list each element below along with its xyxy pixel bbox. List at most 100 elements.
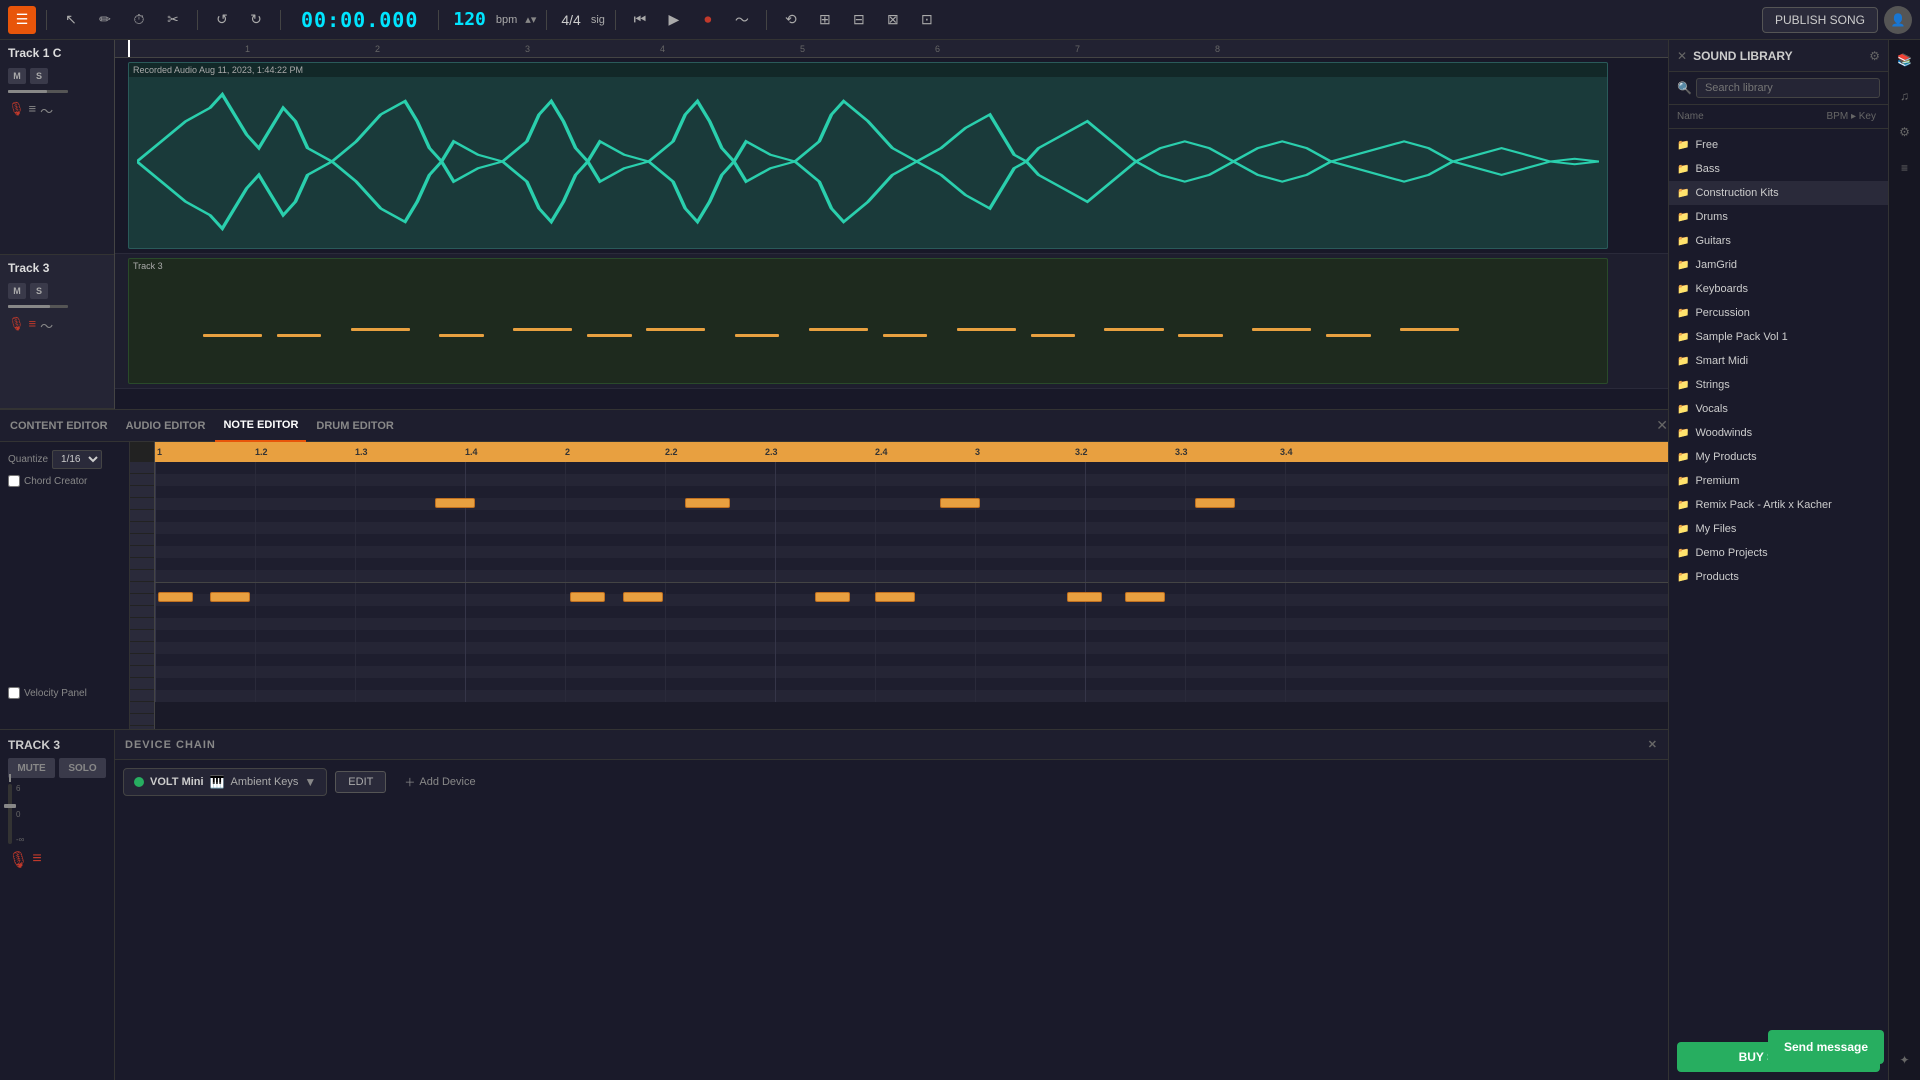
cursor-tool-button[interactable]: ↖ <box>57 6 85 34</box>
track-3-solo-button[interactable]: S <box>30 283 48 299</box>
user-avatar[interactable]: 👤 <box>1884 6 1912 34</box>
track-3-eq-icon[interactable]: ≡ <box>29 316 37 335</box>
scissors-tool-button[interactable]: ✂ <box>159 6 187 34</box>
device-preset-arrow[interactable]: ▼ <box>304 775 316 789</box>
far-right-midi-icon[interactable]: ♫ <box>1893 84 1917 108</box>
track-1c-lane[interactable]: Recorded Audio Aug 11, 2023, 1:44:22 PM <box>115 58 1668 254</box>
pencil-tool-button[interactable]: ✏ <box>91 6 119 34</box>
far-right-library-icon[interactable]: 📚 <box>1893 48 1917 72</box>
track-3-lane[interactable]: Track 3 <box>115 254 1668 389</box>
sound-library-item-1[interactable]: 📁Bass <box>1669 157 1888 181</box>
sound-library-item-0[interactable]: 📁Free <box>1669 133 1888 157</box>
track-1c-solo-button[interactable]: S <box>30 68 48 84</box>
sound-library-item-11[interactable]: 📁Vocals <box>1669 397 1888 421</box>
roll-note-5[interactable] <box>158 592 193 602</box>
sound-library-item-6[interactable]: 📁Keyboards <box>1669 277 1888 301</box>
sound-library-close-button[interactable]: ✕ <box>1677 49 1687 63</box>
device-chain-close-button[interactable]: ✕ <box>1648 738 1658 751</box>
roll-note-11[interactable] <box>1067 592 1102 602</box>
redo-icon: ↻ <box>250 11 262 28</box>
editor-close-button[interactable]: ✕ <box>1656 417 1668 434</box>
mix-tool-3[interactable]: ⊠ <box>879 6 907 34</box>
device-edit-button[interactable]: EDIT <box>335 771 386 793</box>
sound-library-item-5[interactable]: 📁JamGrid <box>1669 253 1888 277</box>
record-button[interactable]: ⏺ <box>694 6 722 34</box>
sound-library-item-17[interactable]: 📁Demo Projects <box>1669 541 1888 565</box>
sound-library-item-4[interactable]: 📁Guitars <box>1669 229 1888 253</box>
hamburger-menu-button[interactable]: ☰ <box>8 6 36 34</box>
sound-library-item-14[interactable]: 📁Premium <box>1669 469 1888 493</box>
track-1c-eq-icon[interactable]: ≡ <box>29 101 37 120</box>
mix-tool-4[interactable]: ⊡ <box>913 6 941 34</box>
track-3-automation-icon[interactable]: 〜 <box>40 316 53 335</box>
sound-library-item-2[interactable]: 📁Construction Kits <box>1669 181 1888 205</box>
audio-clip-1c[interactable]: Recorded Audio Aug 11, 2023, 1:44:22 PM <box>128 62 1608 249</box>
track-1c-automation-icon[interactable]: 〜 <box>40 101 53 120</box>
roll-note-6[interactable] <box>210 592 250 602</box>
snap-button[interactable]: ⟲ <box>777 6 805 34</box>
roll-note-12[interactable] <box>1125 592 1165 602</box>
track3-fader-track[interactable] <box>8 784 12 844</box>
roll-note-8[interactable] <box>623 592 663 602</box>
track3-solo-button[interactable]: SOLO <box>59 758 106 778</box>
send-message-button[interactable]: Send message <box>1768 1030 1884 1064</box>
midi-clip-3[interactable]: Track 3 <box>128 258 1608 384</box>
device-power-indicator[interactable] <box>134 777 144 787</box>
sound-library-item-15[interactable]: 📁Remix Pack - Artik x Kacher <box>1669 493 1888 517</box>
folder-icon-16: 📁 <box>1677 524 1689 535</box>
track3-fader-handle[interactable] <box>4 804 16 808</box>
velocity-panel-checkbox[interactable] <box>8 687 20 699</box>
sound-library-item-18[interactable]: 📁Products <box>1669 565 1888 589</box>
roll-note-10[interactable] <box>875 592 915 602</box>
track3-eq-button[interactable]: ≡ <box>32 850 41 870</box>
undo-button[interactable]: ↺ <box>208 6 236 34</box>
roll-note-1[interactable] <box>435 498 475 508</box>
track3-mic-button[interactable]: 🎙 <box>8 850 28 870</box>
chord-creator-row: Chord Creator <box>8 475 121 487</box>
clock-tool-button[interactable]: ⏱ <box>125 6 153 34</box>
far-right-settings-icon[interactable]: ⚙ <box>1893 120 1917 144</box>
roll-note-3[interactable] <box>940 498 980 508</box>
tab-audio-editor[interactable]: AUDIO EDITOR <box>118 410 214 442</box>
sound-library-item-7[interactable]: 📁Percussion <box>1669 301 1888 325</box>
track-1c-mute-button[interactable]: M <box>8 68 26 84</box>
sound-library-item-12[interactable]: 📁Woodwinds <box>1669 421 1888 445</box>
track-1c-record-icon[interactable]: 🎙 <box>8 101 25 120</box>
roll-note-4[interactable] <box>1195 498 1235 508</box>
tab-note-editor[interactable]: NOTE EDITOR <box>215 410 306 442</box>
chord-creator-checkbox[interactable] <box>8 475 20 487</box>
roll-note-9[interactable] <box>815 592 850 602</box>
skip-back-button[interactable]: ⏮ <box>626 6 654 34</box>
redo-button[interactable]: ↻ <box>242 6 270 34</box>
sound-library-item-16[interactable]: 📁My Files <box>1669 517 1888 541</box>
track-1c-volume-slider[interactable] <box>8 90 68 93</box>
bpm-arrows[interactable]: ▴▾ <box>525 13 536 26</box>
sound-library-item-13[interactable]: 📁My Products <box>1669 445 1888 469</box>
track-3-record-icon[interactable]: 🎙 <box>8 316 25 335</box>
sound-library-settings-icon[interactable]: ⚙ <box>1869 49 1880 63</box>
far-right-effects-icon[interactable]: ✦ <box>1893 1048 1917 1072</box>
piano-roll-area[interactable]: 1 1.2 1.3 1.4 2 2.2 2.3 2.4 3 3.2 3.3 3.… <box>155 442 1668 729</box>
mix-tool-2[interactable]: ⊟ <box>845 6 873 34</box>
separator-6 <box>615 10 616 30</box>
loop-button[interactable]: 〜 <box>728 6 756 34</box>
publish-song-button[interactable]: PUBLISH SONG <box>1762 7 1878 33</box>
roll-note-2[interactable] <box>685 498 730 508</box>
sound-library-item-10[interactable]: 📁Strings <box>1669 373 1888 397</box>
device-chain-header: DEVICE CHAIN ✕ <box>115 730 1668 760</box>
device-chain-content: VOLT Mini 🎹 Ambient Keys ▼ EDIT ＋ Add De… <box>115 760 1668 804</box>
track-3-volume-slider[interactable] <box>8 305 68 308</box>
track3-mute-button[interactable]: MUTE <box>8 758 55 778</box>
quantize-select[interactable]: 1/16 1/8 1/4 <box>52 450 102 469</box>
search-input[interactable] <box>1696 78 1880 98</box>
track-3-mute-button[interactable]: M <box>8 283 26 299</box>
sound-library-item-8[interactable]: 📁Sample Pack Vol 1 <box>1669 325 1888 349</box>
play-button[interactable]: ▶ <box>660 6 688 34</box>
tab-drum-editor[interactable]: DRUM EDITOR <box>308 410 401 442</box>
roll-note-7[interactable] <box>570 592 605 602</box>
sound-library-item-3[interactable]: 📁Drums <box>1669 205 1888 229</box>
sound-library-item-9[interactable]: 📁Smart Midi <box>1669 349 1888 373</box>
mix-tool-1[interactable]: ⊞ <box>811 6 839 34</box>
add-device-button[interactable]: ＋ Add Device <box>404 774 475 790</box>
far-right-mix-icon[interactable]: ≡ <box>1893 156 1917 180</box>
